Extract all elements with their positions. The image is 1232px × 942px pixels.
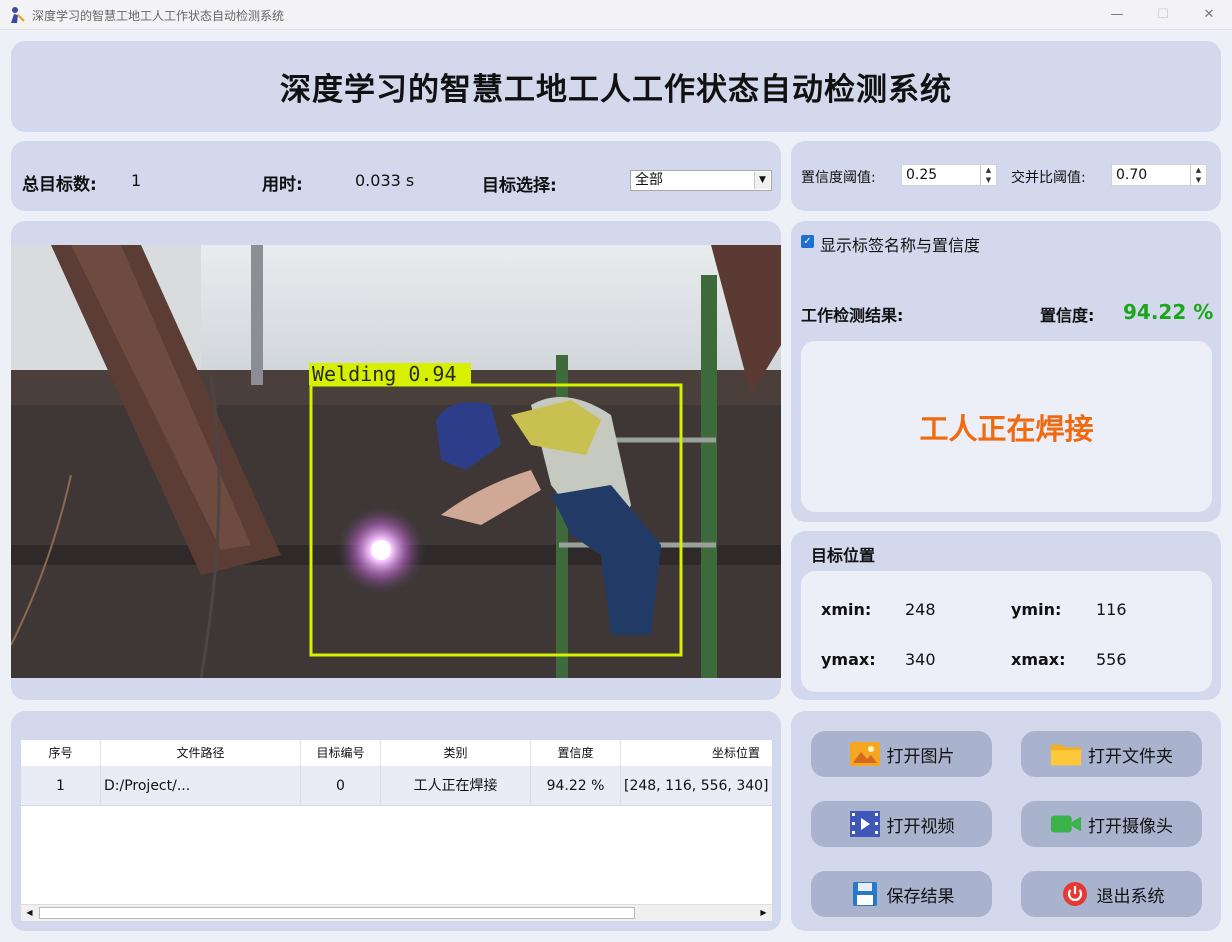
cell-category[interactable]: 工人正在焊接: [381, 766, 531, 806]
open-folder-label: 打开文件夹: [1088, 746, 1173, 767]
open-camera-label: 打开摄像头: [1088, 816, 1173, 837]
spin-up-icon[interactable]: ▲: [981, 165, 996, 175]
col-header-category[interactable]: 类别: [381, 740, 531, 766]
cell-index[interactable]: 1: [21, 766, 101, 806]
iou-threshold-label: 交并比阈值:: [1011, 170, 1086, 186]
cell-path[interactable]: D:/Project/...: [101, 766, 301, 806]
open-video-label: 打开视频: [886, 816, 955, 837]
iou-threshold-spinbox[interactable]: 0.70 ▲ ▼: [1111, 164, 1207, 186]
save-icon: [849, 880, 881, 908]
open-image-button[interactable]: 打开图片: [811, 731, 992, 777]
target-select-label: 目标选择:: [482, 176, 557, 196]
conf-threshold-label: 置信度阈值:: [801, 170, 876, 186]
chevron-down-icon[interactable]: ▼: [754, 172, 770, 189]
ymax-label: ymax:: [821, 650, 876, 669]
scrollbar-thumb[interactable]: [39, 907, 635, 919]
conf-threshold-spinbox[interactable]: 0.25 ▲ ▼: [901, 164, 997, 186]
confidence-label: 置信度:: [1040, 306, 1095, 325]
detection-label: Welding 0.94: [312, 362, 457, 386]
total-targets-label: 总目标数:: [22, 175, 97, 195]
folder-icon: [1050, 740, 1082, 768]
spin-up-icon[interactable]: ▲: [1191, 165, 1206, 175]
title-bar: 深度学习的智慧工地工人工作状态自动检测系统 — ☐ ✕: [0, 0, 1232, 30]
camera-icon: [1050, 810, 1082, 838]
show-label-text: 显示标签名称与置信度: [820, 236, 981, 255]
confidence-value: 94.22 %: [1123, 300, 1214, 324]
video-icon: [849, 810, 881, 838]
ymin-value: 116: [1096, 600, 1127, 619]
xmax-value: 556: [1096, 650, 1127, 669]
open-folder-button[interactable]: 打开文件夹: [1021, 731, 1202, 777]
cell-target-id[interactable]: 0: [301, 766, 381, 806]
ymax-value: 340: [905, 650, 936, 669]
total-targets-value: 1: [131, 171, 142, 190]
show-label-checkbox[interactable]: ✓: [801, 235, 814, 248]
time-value: 0.033 s: [355, 171, 415, 190]
worker-icon: [11, 7, 25, 23]
maximize-icon[interactable]: ☐: [1140, 0, 1186, 30]
ymin-label: ymin:: [1011, 600, 1062, 619]
image-icon: [849, 740, 881, 768]
spin-down-icon[interactable]: ▼: [1191, 175, 1206, 185]
work-result-box: 工人正在焊接: [801, 341, 1212, 512]
table-row[interactable]: 1 D:/Project/... 0 工人正在焊接 94.22 % [248, …: [21, 766, 772, 806]
col-header-index[interactable]: 序号: [21, 740, 101, 766]
results-table[interactable]: 序号 文件路径 目标编号 类别 置信度 坐标位置 1 D:/Project/..…: [21, 740, 772, 921]
col-header-confidence[interactable]: 置信度: [531, 740, 621, 766]
xmin-value: 248: [905, 600, 936, 619]
spin-down-icon[interactable]: ▼: [981, 175, 996, 185]
welding-scene-image: [11, 245, 781, 678]
detection-image: Welding 0.94: [11, 245, 781, 678]
close-icon[interactable]: ✕: [1186, 0, 1232, 30]
horizontal-scrollbar[interactable]: ◀ ▶: [21, 904, 772, 921]
exit-label: 退出系统: [1096, 886, 1165, 907]
target-position-box: [801, 571, 1212, 692]
cell-confidence[interactable]: 94.22 %: [531, 766, 621, 806]
save-results-label: 保存结果: [886, 886, 955, 907]
power-icon: [1059, 880, 1091, 908]
scroll-right-icon[interactable]: ▶: [755, 905, 772, 921]
work-result-label: 工作检测结果:: [801, 306, 904, 325]
table-header: 序号 文件路径 目标编号 类别 置信度 坐标位置: [21, 740, 772, 766]
col-header-target-id[interactable]: 目标编号: [301, 740, 381, 766]
conf-threshold-value: 0.25: [906, 167, 938, 183]
header-panel: 深度学习的智慧工地工人工作状态自动检测系统: [11, 41, 1221, 132]
save-results-button[interactable]: 保存结果: [811, 871, 992, 917]
scroll-left-icon[interactable]: ◀: [21, 905, 38, 921]
open-image-label: 打开图片: [886, 746, 955, 767]
cell-coords[interactable]: [248, 116, 556, 340]: [621, 766, 772, 806]
minimize-icon[interactable]: —: [1094, 0, 1140, 30]
col-header-path[interactable]: 文件路径: [101, 740, 301, 766]
time-label: 用时:: [262, 175, 303, 195]
iou-threshold-value: 0.70: [1116, 167, 1148, 183]
xmin-label: xmin:: [821, 600, 872, 619]
page-title: 深度学习的智慧工地工人工作状态自动检测系统: [280, 72, 952, 108]
target-select[interactable]: 全部 ▼: [630, 170, 772, 191]
work-result-text: 工人正在焊接: [919, 411, 1094, 446]
col-header-coords[interactable]: 坐标位置: [621, 740, 772, 766]
target-position-title: 目标位置: [811, 546, 876, 565]
exit-button[interactable]: 退出系统: [1021, 871, 1202, 917]
xmax-label: xmax:: [1011, 650, 1066, 669]
window-title: 深度学习的智慧工地工人工作状态自动检测系统: [32, 9, 285, 23]
target-select-value: 全部: [635, 172, 663, 188]
open-camera-button[interactable]: 打开摄像头: [1021, 801, 1202, 847]
open-video-button[interactable]: 打开视频: [811, 801, 992, 847]
